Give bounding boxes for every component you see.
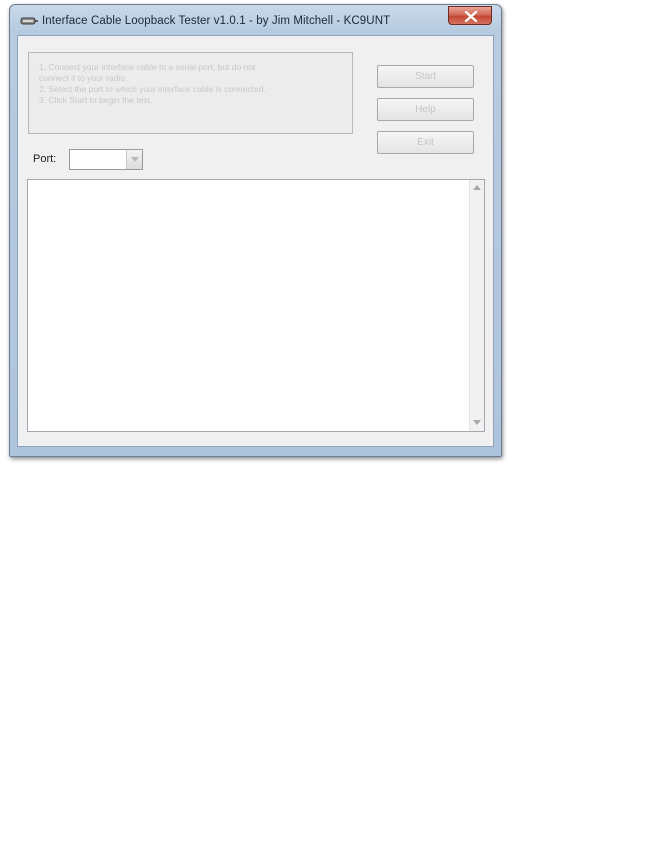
vertical-scrollbar[interactable] [469, 180, 484, 431]
instruction-line: 2. Select the port to which your interfa… [39, 84, 266, 94]
arrow-down-icon [473, 420, 481, 425]
port-label: Port: [33, 153, 57, 165]
arrow-up-icon [473, 185, 481, 190]
chevron-down-icon [131, 157, 139, 162]
instructions-box: 1. Connect your interface cable to a ser… [28, 52, 353, 134]
start-button[interactable]: Start [377, 65, 474, 88]
instruction-line: 1. Connect your interface cable to a ser… [39, 62, 256, 72]
scroll-up-button[interactable] [470, 181, 484, 195]
exit-button[interactable]: Exit [377, 131, 474, 154]
instruction-line: 3. Click Start to begin the test. [39, 95, 153, 105]
scroll-down-button[interactable] [470, 416, 484, 430]
app-window: Interface Cable Loopback Tester v1.0.1 -… [9, 4, 502, 457]
title-bar[interactable]: Interface Cable Loopback Tester v1.0.1 -… [10, 5, 501, 35]
close-button[interactable] [448, 6, 492, 25]
close-icon [464, 11, 478, 22]
output-log[interactable] [27, 179, 485, 432]
cable-icon [20, 14, 38, 26]
client-area: 1. Connect your interface cable to a ser… [17, 35, 494, 447]
port-select[interactable] [69, 149, 143, 170]
instruction-line: connect it to your radio. [39, 73, 128, 83]
window-title: Interface Cable Loopback Tester v1.0.1 -… [42, 15, 391, 27]
port-dropdown-button[interactable] [126, 150, 142, 169]
help-button[interactable]: Help [377, 98, 474, 121]
